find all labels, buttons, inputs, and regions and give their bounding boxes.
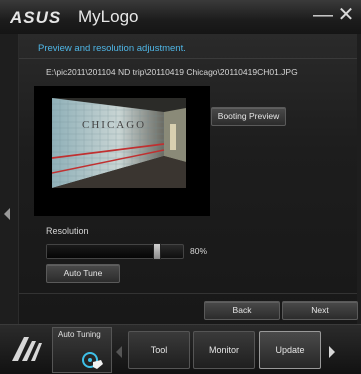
bottom-bar: Auto Tuning Tool Monitor Update [0,324,361,374]
auto-tune-button[interactable]: Auto Tune [46,264,120,283]
svg-text:ASUS: ASUS [10,8,61,26]
divider [19,58,357,59]
auto-tuning-button[interactable]: Auto Tuning [52,327,112,373]
resolution-value: 80% [190,246,208,256]
app-title: MyLogo [78,7,139,26]
side-panel-toggle[interactable] [0,34,19,324]
slider-thumb[interactable] [152,243,161,260]
slider-fill [47,245,156,258]
monitor-button[interactable]: Monitor [193,331,255,369]
update-button[interactable]: Update [259,331,321,369]
resolution-slider[interactable] [46,243,184,260]
back-button[interactable]: Back [204,301,280,320]
scroll-left-icon[interactable] [116,346,122,358]
preview-sign-text: CHICAGO [82,119,146,131]
mylogo-window: ASUS MyLogo — ✕ Preview and resolution a… [0,0,361,374]
asus-logo: ASUS [10,8,61,26]
next-button[interactable]: Next [282,301,358,320]
ai-suite-logo-icon[interactable] [4,327,48,371]
right-border [357,34,361,324]
main-content: Preview and resolution adjustment. E:\pi… [19,34,358,324]
gauge-hand-icon [82,352,103,369]
booting-preview-button[interactable]: Booting Preview [211,107,286,126]
divider [19,293,357,294]
tool-button[interactable]: Tool [128,331,190,369]
close-button[interactable]: ✕ [336,4,356,26]
title-bar: ASUS MyLogo — ✕ [0,0,361,35]
scroll-right-icon[interactable] [329,346,335,358]
resolution-label: Resolution [46,226,89,236]
preview-frame: CHICAGO [34,86,210,216]
file-path: E:\pic2011\201104 ND trip\20110419 Chica… [46,67,298,77]
minimize-button[interactable]: — [313,4,333,26]
section-title: Preview and resolution adjustment. [38,43,186,54]
arrow-left-icon [4,208,10,220]
preview-image: CHICAGO [52,98,186,188]
auto-tuning-label: Auto Tuning [58,330,101,339]
